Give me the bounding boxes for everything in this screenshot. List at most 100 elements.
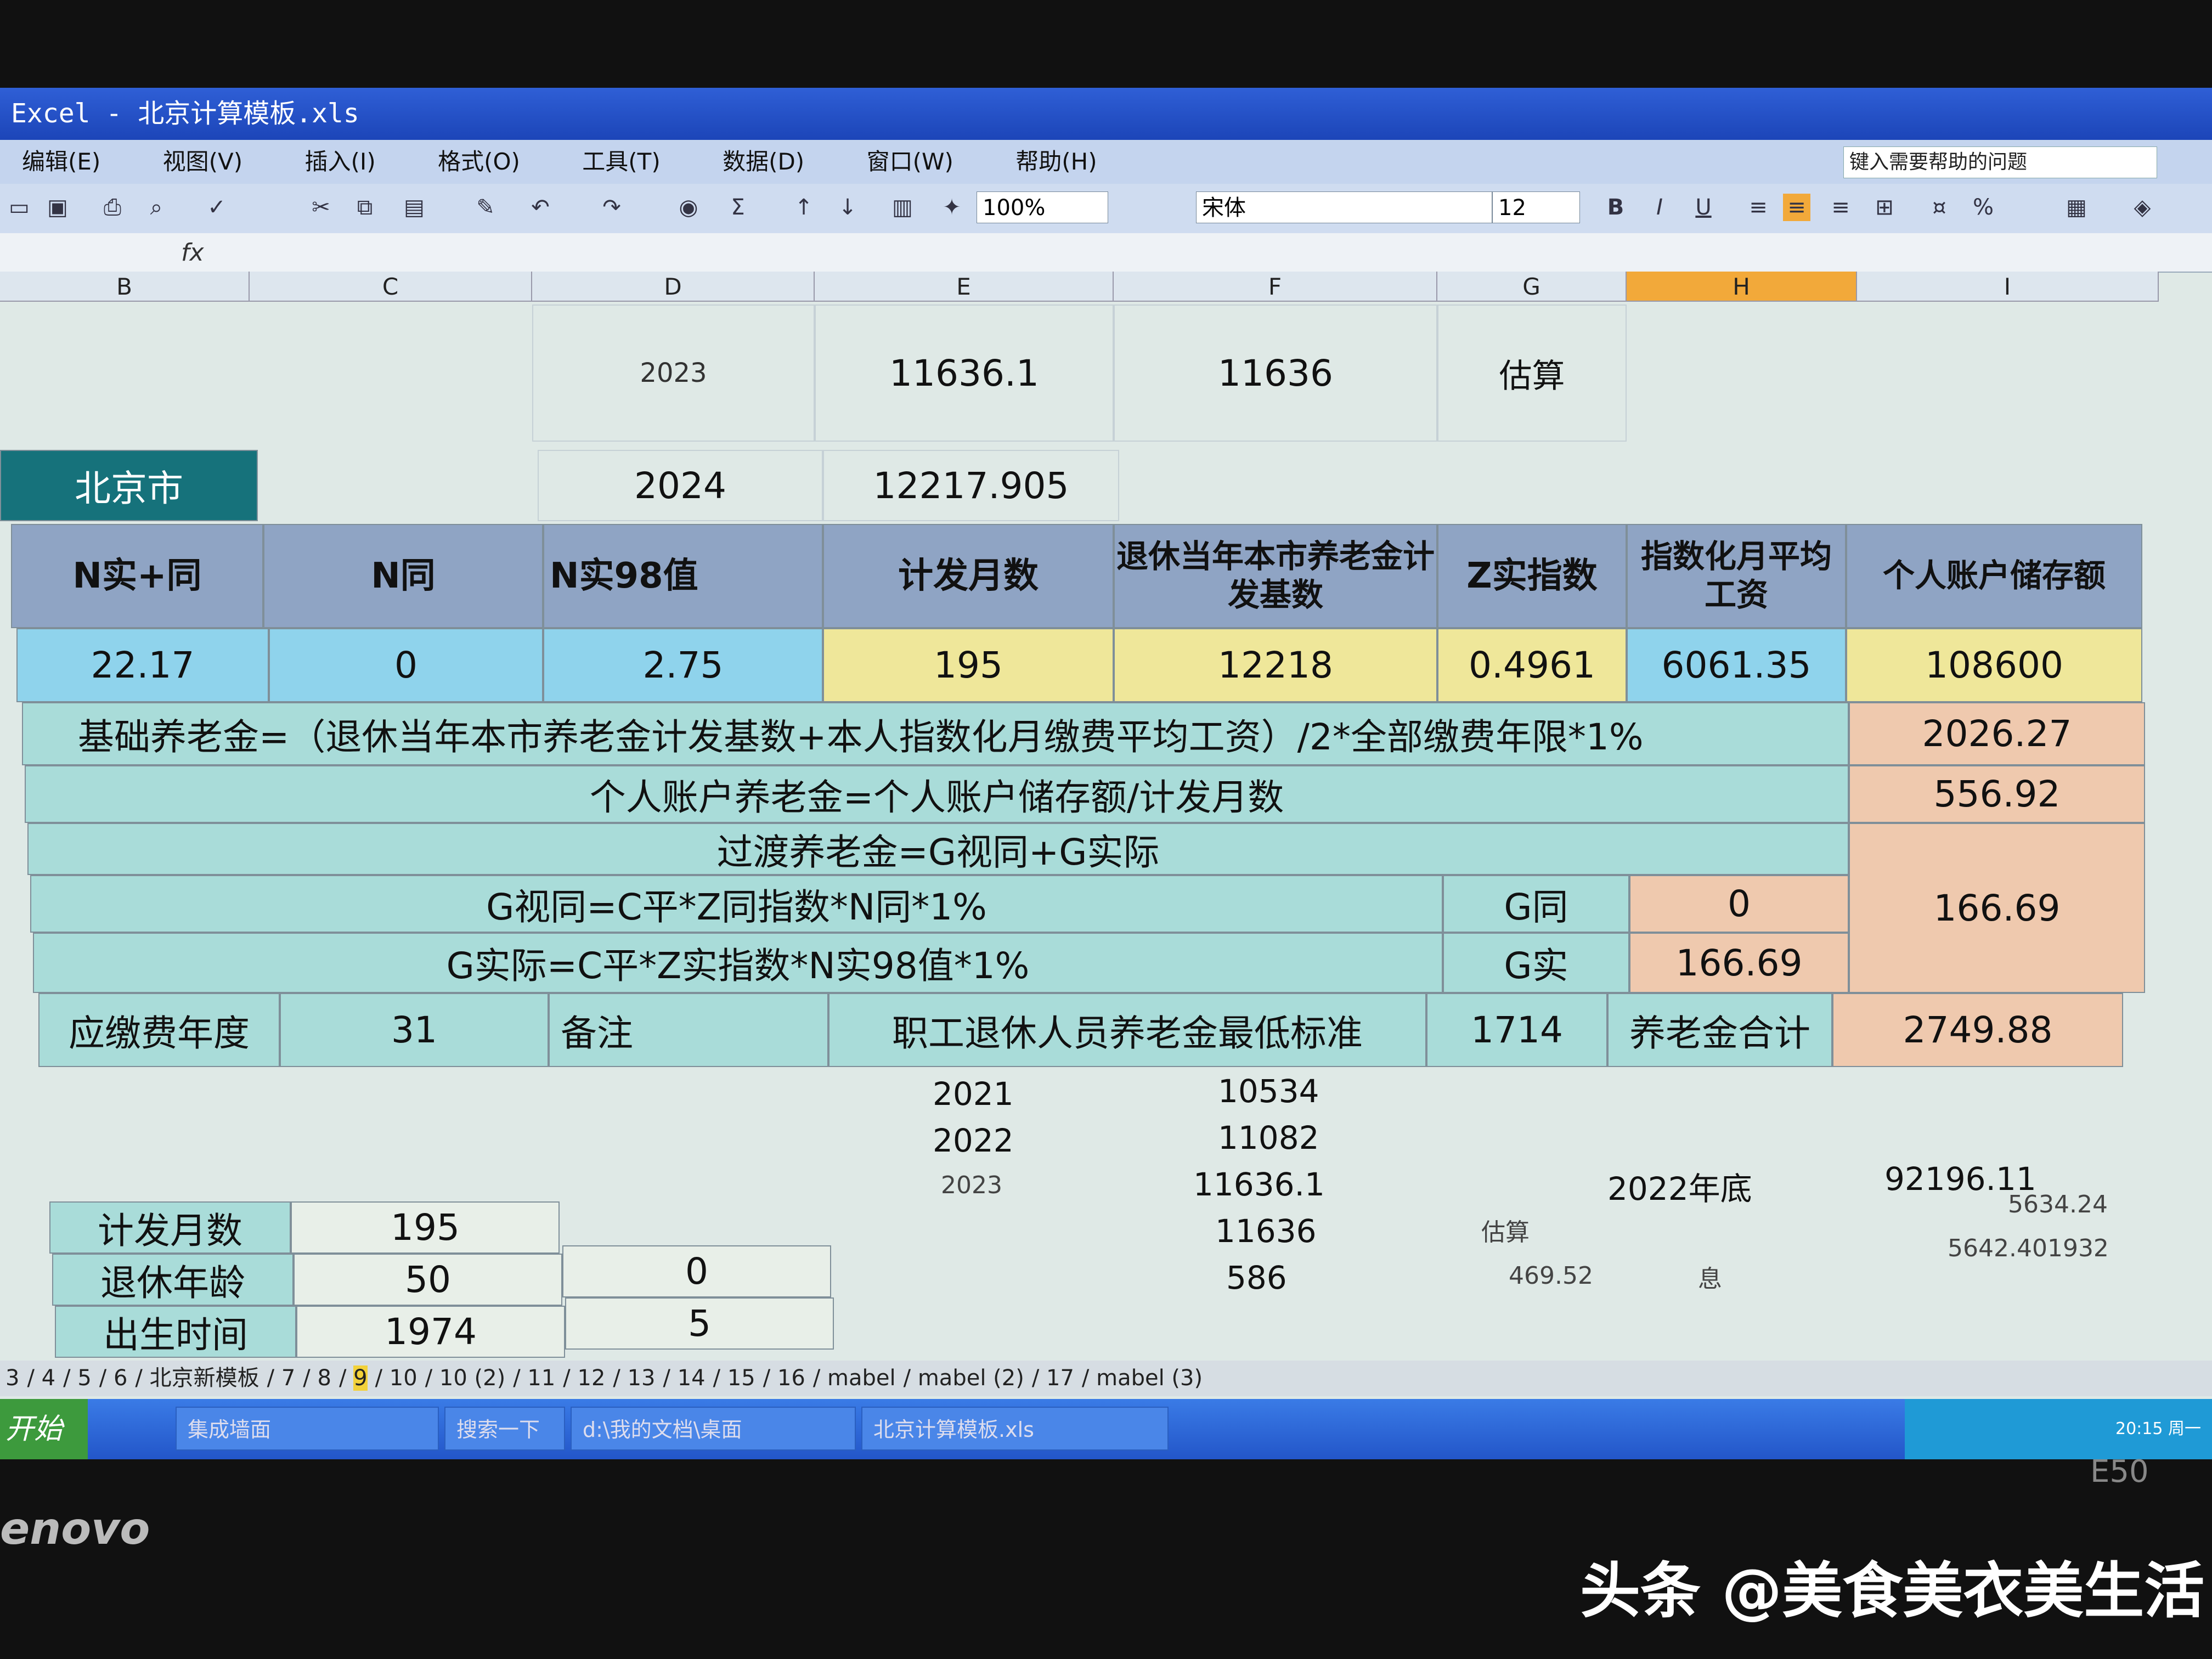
history-year-2023[interactable]: 2023 — [941, 1171, 1002, 1199]
sheet-tab[interactable]: 4 — [42, 1365, 55, 1391]
system-tray-clock[interactable]: 20:15 周一 — [1905, 1399, 2212, 1459]
open-icon[interactable]: ▭ — [5, 194, 33, 221]
menu-format[interactable]: 格式(O) — [438, 140, 520, 184]
menu-data[interactable]: 数据(D) — [723, 140, 804, 184]
sheet-tab[interactable]: 17 — [1046, 1365, 1074, 1391]
paste-icon[interactable]: ▤ — [400, 194, 428, 221]
cell-g-estimate[interactable]: 估算 — [1437, 304, 1627, 442]
sheet-tab[interactable]: 16 — [777, 1365, 805, 1391]
task-item[interactable]: d:\我的文档\桌面 — [571, 1407, 856, 1451]
redo-icon[interactable]: ↷ — [598, 194, 625, 221]
label-pension-total[interactable]: 养老金合计 — [1607, 993, 1832, 1067]
sheet-tab[interactable]: 10 (2) — [439, 1365, 505, 1391]
drawing-icon[interactable]: ✦ — [938, 194, 966, 221]
city-label[interactable]: 北京市 — [0, 450, 258, 521]
italic-button[interactable]: I — [1646, 194, 1673, 221]
bold-button[interactable]: B — [1602, 194, 1629, 221]
sheet-tab[interactable]: 13 — [628, 1365, 656, 1391]
formula-transition-pension[interactable]: 过渡养老金=G视同+G实际 — [27, 823, 1849, 875]
cell-5634[interactable]: 5634.24 — [2008, 1190, 2108, 1218]
sheet-tab[interactable]: 11 — [527, 1365, 555, 1391]
sheet-tab[interactable]: 15 — [727, 1365, 755, 1391]
cell-586[interactable]: 586 — [1226, 1259, 1287, 1296]
formula-g-shi[interactable]: G实际=C平*Z实指数*N实98值*1% — [33, 933, 1443, 993]
column-header-g[interactable]: G — [1437, 272, 1627, 302]
align-center-icon[interactable]: ≡ — [1783, 194, 1810, 221]
percent-button[interactable]: % — [1970, 194, 1997, 221]
cell-5642[interactable]: 5642.401932 — [1948, 1234, 2109, 1262]
value-birth-year[interactable]: 1974 — [296, 1306, 565, 1358]
value-account-balance[interactable]: 108600 — [1846, 628, 2142, 702]
value-g-tong[interactable]: 0 — [1629, 875, 1849, 933]
save-icon[interactable]: ▣ — [44, 194, 71, 221]
sheet-tab[interactable]: 6 — [114, 1365, 127, 1391]
hyperlink-icon[interactable]: ◉ — [675, 194, 702, 221]
value-basic-pension[interactable]: 2026.27 — [1849, 702, 2145, 765]
value-min-standard[interactable]: 1714 — [1426, 993, 1607, 1067]
history-year-2022[interactable]: 2022 — [933, 1122, 1014, 1159]
zoom-select[interactable]: 100% — [977, 191, 1108, 223]
header-months[interactable]: 计发月数 — [823, 524, 1114, 628]
cell-d-2024[interactable]: 2024 — [538, 450, 823, 521]
history-value-2022[interactable]: 11082 — [1218, 1119, 1319, 1156]
autosum-icon[interactable]: Σ — [724, 194, 752, 221]
font-select[interactable]: 宋体 — [1196, 191, 1492, 223]
cell-469[interactable]: 469.52 — [1509, 1262, 1593, 1290]
column-header-e[interactable]: E — [815, 272, 1114, 302]
start-button[interactable]: 开始 — [0, 1399, 88, 1459]
task-item[interactable]: 集成墙面 — [176, 1407, 439, 1451]
column-header-c[interactable]: C — [250, 272, 532, 302]
fill-color-icon[interactable]: ◈ — [2129, 194, 2156, 221]
cell-11636[interactable]: 11636 — [1215, 1212, 1317, 1250]
value-payment-years[interactable]: 31 — [280, 993, 549, 1067]
history-value-2023[interactable]: 11636.1 — [1193, 1166, 1325, 1203]
sheet-tab-active[interactable]: 9 — [353, 1365, 368, 1391]
value-birth-extra[interactable]: 5 — [565, 1297, 834, 1350]
value-retire-age[interactable]: 50 — [294, 1254, 562, 1306]
formula-bar[interactable]: fx — [0, 233, 2212, 273]
menu-edit[interactable]: 编辑(E) — [22, 140, 100, 184]
sheet-tab[interactable]: 北京新模板 — [150, 1365, 259, 1391]
value-z-index[interactable]: 0.4961 — [1437, 628, 1627, 702]
cell-e-12217[interactable]: 12217.905 — [823, 450, 1119, 521]
currency-icon[interactable]: ¤ — [1926, 194, 1953, 221]
header-z-index[interactable]: Z实指数 — [1437, 524, 1627, 628]
cell-d-2023[interactable]: 2023 — [532, 304, 815, 442]
value-months[interactable]: 195 — [823, 628, 1114, 702]
label-g-tong[interactable]: G同 — [1443, 875, 1629, 933]
sheet-tab[interactable]: mabel (2) — [918, 1365, 1024, 1391]
menu-view[interactable]: 视图(V) — [163, 140, 243, 184]
sheet-tab[interactable]: 10 — [390, 1365, 417, 1391]
value-payout-months[interactable]: 195 — [291, 1201, 560, 1254]
label-payout-months[interactable]: 计发月数 — [49, 1201, 291, 1254]
value-pension-total[interactable]: 2749.88 — [1832, 993, 2123, 1067]
underline-button[interactable]: U — [1690, 194, 1717, 221]
print-icon[interactable]: ⎙ — [99, 194, 126, 221]
header-n-tong[interactable]: N同 — [263, 524, 543, 628]
sheet-tab[interactable]: 14 — [678, 1365, 706, 1391]
header-indexed-wage[interactable]: 指数化月平均工资 — [1627, 524, 1846, 628]
sheet-tab[interactable]: 3 — [5, 1365, 19, 1391]
task-item[interactable]: 北京计算模板.xls — [861, 1407, 1169, 1451]
cell-e-11636-1[interactable]: 11636.1 — [815, 304, 1114, 442]
copy-icon[interactable]: ⧉ — [351, 194, 379, 221]
label-retire-age[interactable]: 退休年龄 — [52, 1254, 294, 1306]
fx-icon[interactable]: fx — [181, 239, 204, 267]
column-header-h[interactable]: H — [1627, 272, 1857, 302]
value-indexed-wage[interactable]: 6061.35 — [1627, 628, 1846, 702]
column-header-i[interactable]: I — [1857, 272, 2159, 302]
print-preview-icon[interactable]: ⌕ — [143, 194, 170, 221]
label-min-standard[interactable]: 职工退休人员养老金最低标准 — [828, 993, 1426, 1067]
label-note[interactable]: 备注 — [549, 993, 828, 1067]
value-n-tong[interactable]: 0 — [269, 628, 543, 702]
value-g-shi[interactable]: 166.69 — [1629, 933, 1849, 993]
sort-asc-icon[interactable]: ↑ — [790, 194, 817, 221]
column-header-f[interactable]: F — [1114, 272, 1437, 302]
cell-f-11636[interactable]: 11636 — [1114, 304, 1437, 442]
value-n-total[interactable]: 22.17 — [16, 628, 269, 702]
sort-desc-icon[interactable]: ↓ — [834, 194, 861, 221]
header-n-total[interactable]: N实+同 — [11, 524, 263, 628]
label-birth-year[interactable]: 出生时间 — [55, 1306, 296, 1358]
format-painter-icon[interactable]: ✎ — [472, 194, 499, 221]
label-g-shi[interactable]: G实 — [1443, 933, 1629, 993]
